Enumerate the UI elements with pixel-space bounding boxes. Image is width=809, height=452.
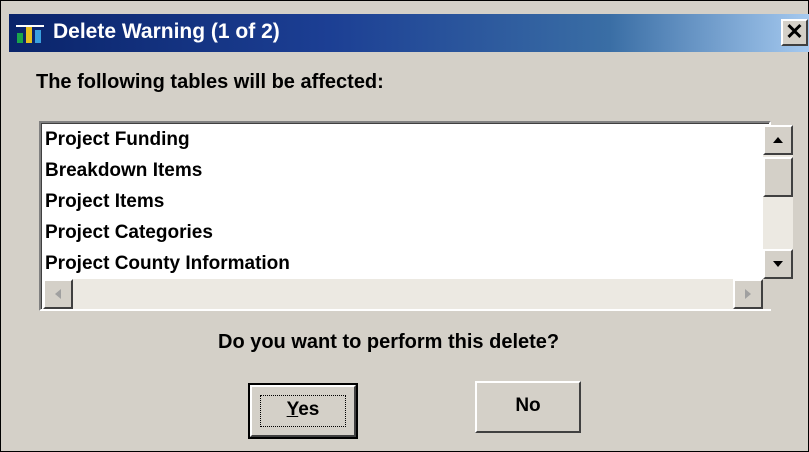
dialog-title: Delete Warning (1 of 2) bbox=[53, 20, 280, 43]
arrow-left-icon bbox=[55, 289, 61, 299]
affected-tables-label: The following tables will be affected: bbox=[36, 71, 384, 93]
list-item[interactable]: Project Items bbox=[45, 191, 164, 213]
affected-tables-list[interactable]: Project Funding Breakdown Items Project … bbox=[39, 121, 793, 311]
close-button[interactable]: ✕ bbox=[781, 19, 808, 46]
confirm-question: Do you want to perform this delete? bbox=[218, 331, 560, 353]
vertical-scrollbar[interactable] bbox=[763, 125, 793, 279]
title-bar[interactable]: Delete Warning (1 of 2) ✕ bbox=[9, 14, 809, 52]
scroll-up-button[interactable] bbox=[763, 125, 793, 155]
scroll-left-button[interactable] bbox=[43, 279, 73, 309]
focus-rectangle bbox=[260, 395, 346, 427]
no-label: No bbox=[515, 395, 541, 416]
delete-warning-dialog: Delete Warning (1 of 2) ✕ The following … bbox=[0, 0, 809, 452]
list-item[interactable]: Project County Information bbox=[45, 253, 290, 275]
scrollbar-corner bbox=[763, 279, 793, 309]
arrow-down-icon bbox=[773, 261, 783, 267]
close-icon: ✕ bbox=[785, 19, 804, 44]
horizontal-scrollbar[interactable] bbox=[43, 279, 763, 309]
arrow-right-icon bbox=[745, 289, 751, 299]
arrow-up-icon bbox=[773, 137, 783, 143]
list-item[interactable]: Breakdown Items bbox=[45, 160, 202, 182]
no-button[interactable]: No bbox=[475, 381, 581, 433]
scroll-down-button[interactable] bbox=[763, 249, 793, 279]
scroll-right-button[interactable] bbox=[733, 279, 763, 309]
vertical-scroll-thumb[interactable] bbox=[763, 157, 793, 197]
yes-button[interactable]: Yes bbox=[248, 383, 358, 439]
list-item[interactable]: Project Funding bbox=[45, 129, 190, 151]
list-item[interactable]: Project Categories bbox=[45, 222, 213, 244]
app-icon bbox=[16, 25, 44, 43]
